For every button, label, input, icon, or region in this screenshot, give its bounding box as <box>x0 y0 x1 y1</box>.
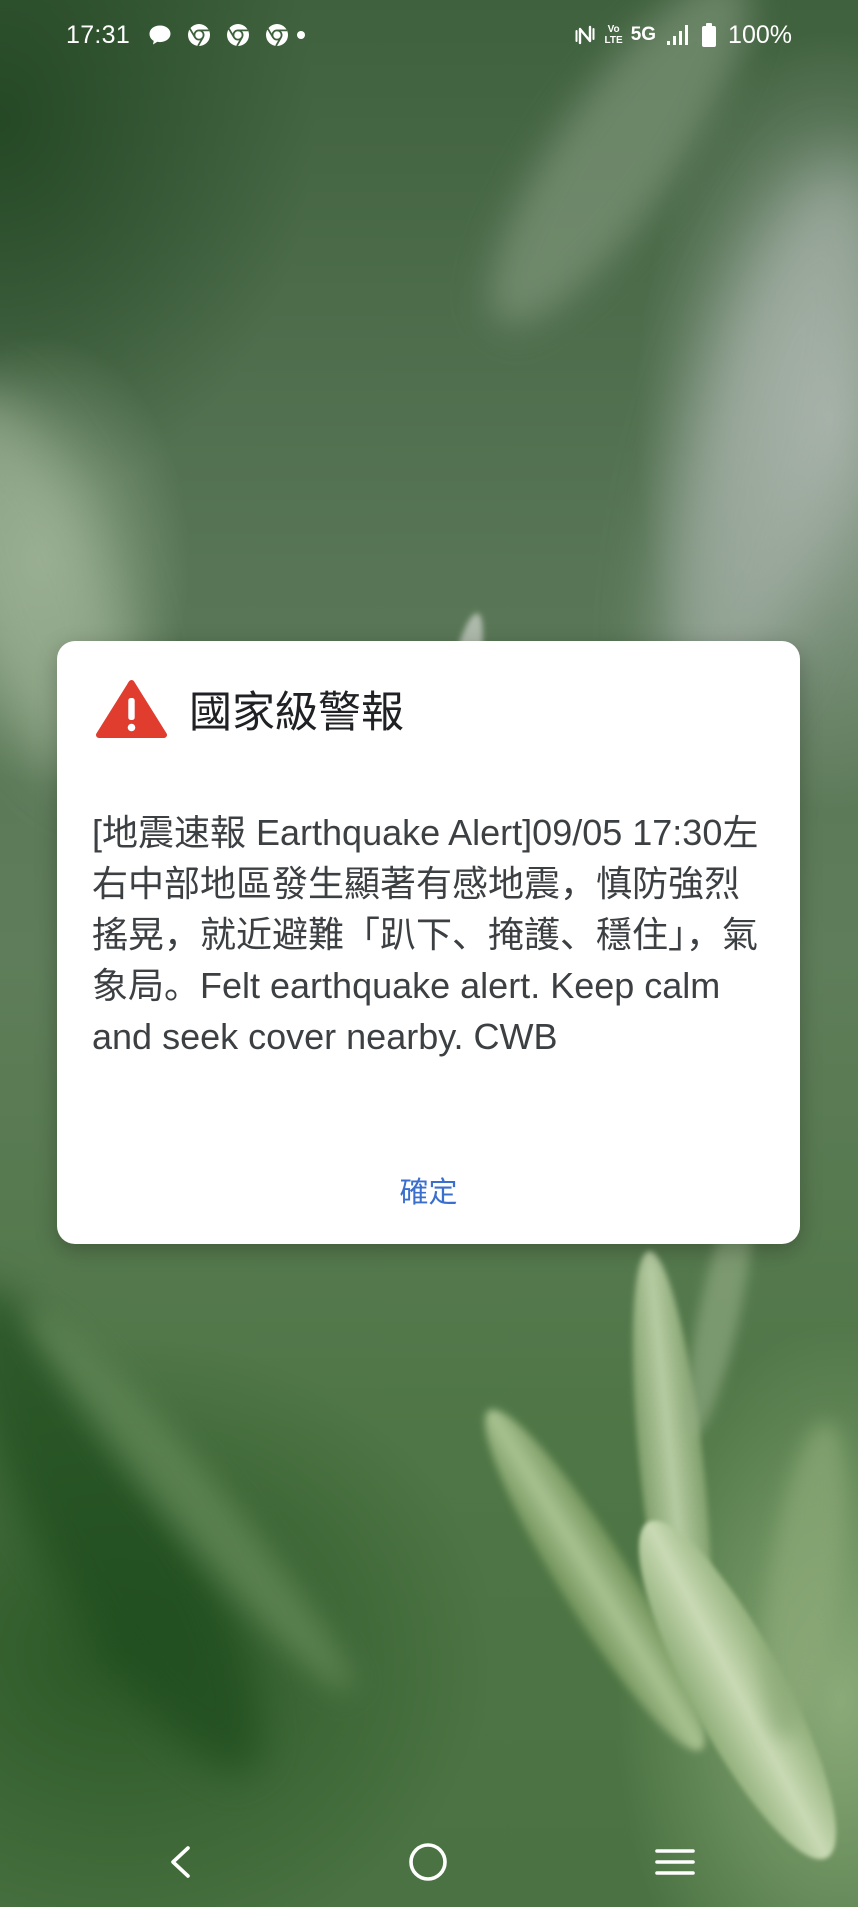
status-time: 17:31 <box>66 20 131 49</box>
volte-bottom-label: LTE <box>604 35 623 46</box>
volte-icon: Vo LTE <box>605 24 623 46</box>
navigation-bar <box>0 1800 858 1907</box>
alert-message: [地震速報 Earthquake Alert]09/05 17:30左右中部地區… <box>92 812 759 1057</box>
wallpaper-leaf <box>748 1416 858 1744</box>
volte-top-label: Vo <box>607 24 620 35</box>
line-icon <box>148 23 172 47</box>
signal-icon <box>667 25 689 45</box>
network-type-label: 5G <box>630 24 657 45</box>
chrome-icon <box>265 23 289 47</box>
warning-icon <box>95 678 168 739</box>
alert-title: 國家級警報 <box>189 688 404 737</box>
battery-icon <box>702 23 717 47</box>
recents-menu-icon[interactable] <box>655 1848 695 1876</box>
alert-actions: 確定 <box>57 1170 800 1216</box>
emergency-alert-dialog: 國家級警報 [地震速報 Earthquake Alert]09/05 17:30… <box>57 641 800 1244</box>
notification-dot-icon <box>297 31 306 39</box>
status-bar-left: 17:31 <box>66 17 306 53</box>
nfc-icon <box>574 23 596 47</box>
back-icon[interactable] <box>168 1845 192 1879</box>
alert-header: 國家級警報 <box>95 678 404 739</box>
confirm-button[interactable]: 確定 <box>375 1170 481 1216</box>
status-bar-right: Vo LTE 5G 100% <box>574 17 792 53</box>
chrome-icon <box>187 23 211 47</box>
chrome-icon <box>226 23 250 47</box>
home-icon[interactable] <box>408 1842 448 1882</box>
battery-percentage: 100% <box>728 20 792 49</box>
